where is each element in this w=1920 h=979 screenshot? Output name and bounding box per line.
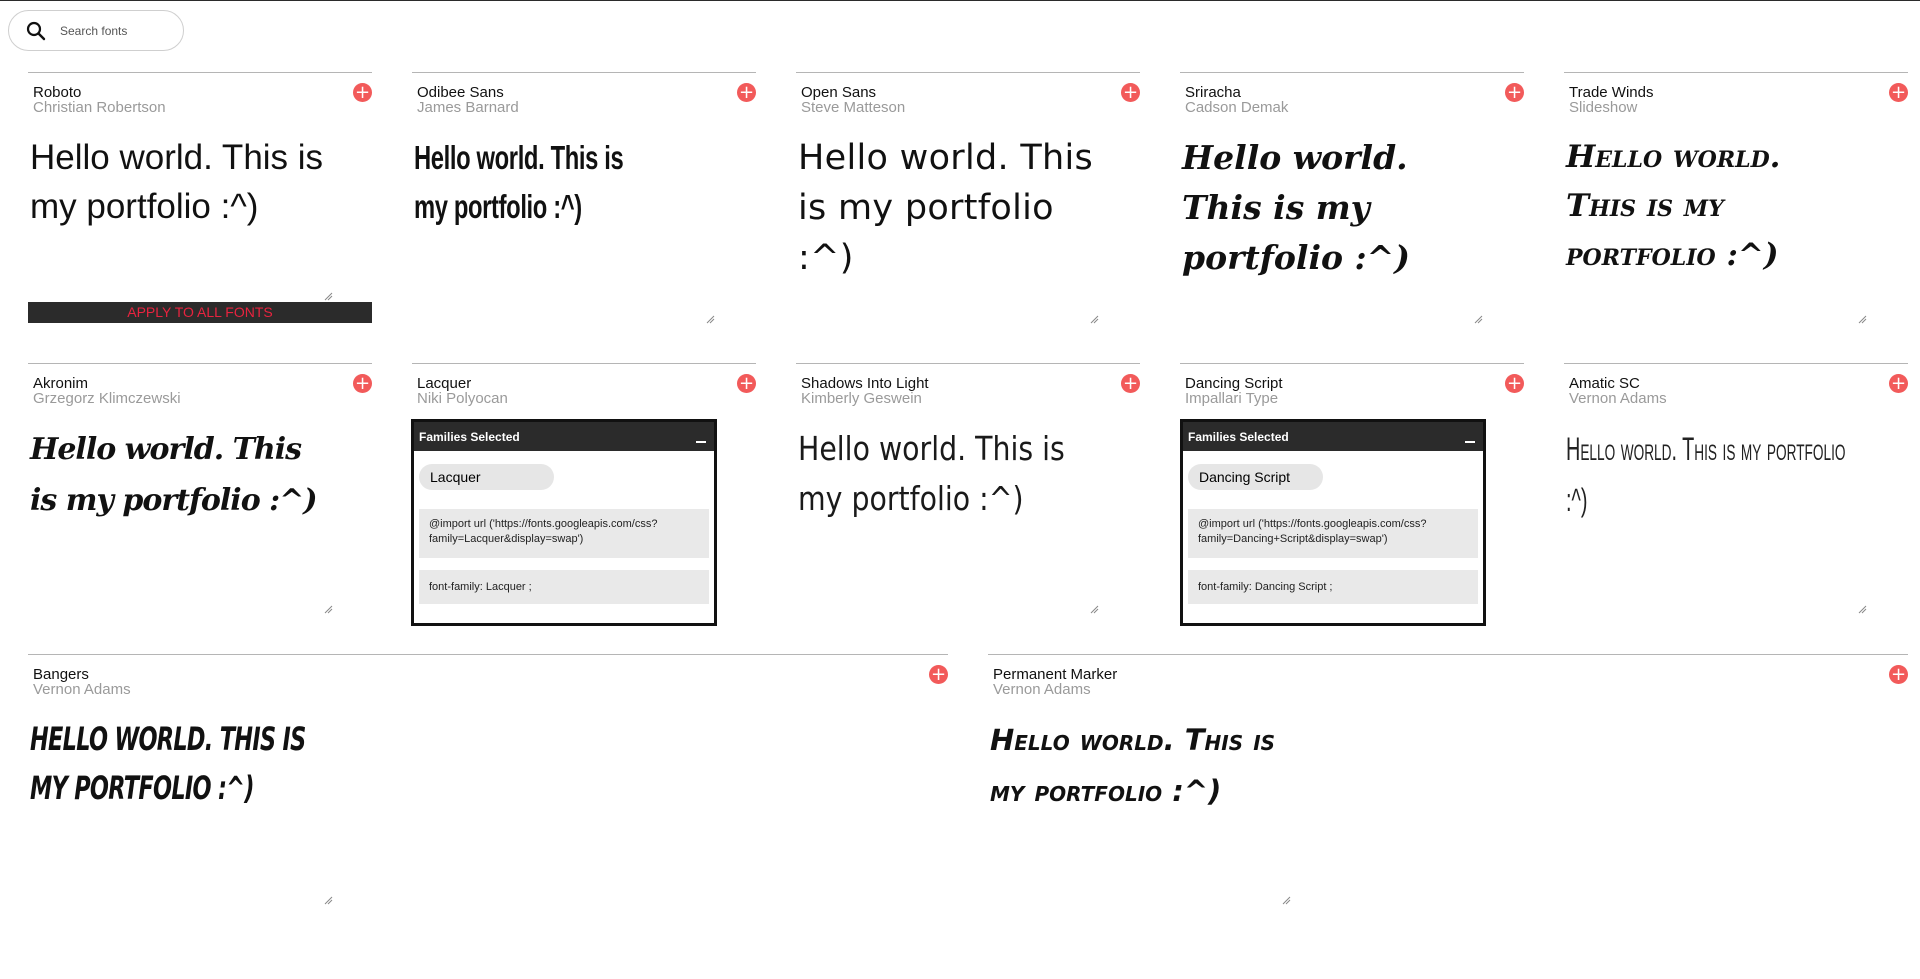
search-icon: [26, 21, 46, 40]
font-card-permanent-marker: Permanent Marker Vernon Adams + Hello wo…: [988, 654, 1908, 905]
families-selected-panel-lacquer: Families Selected Lacquer @import url ('…: [411, 419, 717, 626]
font-designer: Vernon Adams: [993, 681, 1091, 698]
add-font-button[interactable]: +: [353, 83, 372, 102]
font-card-shadows-into-light: Shadows Into Light Kimberly Geswein + He…: [796, 363, 1140, 614]
resize-handle[interactable]: [1857, 314, 1867, 324]
sample-text[interactable]: Hello world. This is my portfolio :^): [1182, 133, 1492, 283]
font-family-code[interactable]: font-family: Lacquer ;: [419, 570, 709, 604]
sample-text[interactable]: Hello world. This is my portfolio :^): [990, 715, 1290, 817]
font-card-roboto: Roboto Christian Robertson + Hello world…: [28, 72, 372, 313]
selected-family-chip[interactable]: Lacquer: [419, 464, 554, 490]
resize-handle[interactable]: [1281, 895, 1291, 905]
add-font-button[interactable]: +: [1889, 83, 1908, 102]
resize-handle[interactable]: [705, 314, 715, 324]
resize-handle[interactable]: [1473, 314, 1483, 324]
font-designer: James Barnard: [417, 99, 519, 116]
sample-text[interactable]: Hello world. This is my portfolio :^): [1566, 133, 1826, 280]
resize-handle[interactable]: [1857, 604, 1867, 614]
font-card-amatic-sc: Amatic SC Vernon Adams + Hello world. Th…: [1564, 363, 1908, 614]
minimize-icon[interactable]: [1465, 431, 1475, 443]
resize-handle[interactable]: [1089, 314, 1099, 324]
font-designer: Niki Polyocan: [417, 390, 508, 407]
font-family-code[interactable]: font-family: Dancing Script ;: [1188, 570, 1478, 604]
font-designer: Cadson Demak: [1185, 99, 1289, 116]
search-bar[interactable]: [8, 10, 184, 51]
add-font-button[interactable]: +: [1889, 665, 1908, 684]
search-input[interactable]: [58, 22, 172, 39]
import-code[interactable]: @import url ('https://fonts.googleapis.c…: [1188, 509, 1478, 558]
sample-text[interactable]: Hello world. This is my portfolio :^): [30, 133, 350, 231]
font-designer: Slideshow: [1569, 99, 1638, 116]
add-font-button[interactable]: +: [1121, 83, 1140, 102]
font-card-akronim: Akronim Grzegorz Klimczewski + Hello wor…: [28, 363, 372, 614]
add-font-button[interactable]: +: [737, 374, 756, 393]
sample-text[interactable]: Hello world. This is my portfolio :^): [30, 424, 320, 526]
add-font-button[interactable]: +: [1889, 374, 1908, 393]
font-card-odibee-sans: Odibee Sans James Barnard + Hello world.…: [412, 72, 756, 324]
families-selected-panel-dancing-script: Families Selected Dancing Script @import…: [1180, 419, 1486, 626]
panel-header: Families Selected: [414, 422, 714, 451]
font-card-sriracha: Sriracha Cadson Demak + Hello world. Thi…: [1180, 72, 1524, 324]
font-card-trade-winds: Trade Winds Slideshow + Hello world. Thi…: [1564, 72, 1908, 324]
font-designer: Kimberly Geswein: [801, 390, 922, 407]
import-code[interactable]: @import url ('https://fonts.googleapis.c…: [419, 509, 709, 558]
add-font-button[interactable]: +: [737, 83, 756, 102]
font-designer: Vernon Adams: [1569, 390, 1667, 407]
panel-header: Families Selected: [1183, 422, 1483, 451]
sample-text[interactable]: Hello world. This is my portfolio :^): [798, 133, 1098, 283]
panel-title: Families Selected: [1188, 429, 1289, 444]
sample-text[interactable]: Hello world. This is my portfolio :^): [798, 424, 1099, 524]
apply-to-all-fonts-button[interactable]: APPLY TO ALL FONTS: [28, 302, 372, 323]
font-designer: Vernon Adams: [33, 681, 131, 698]
resize-handle[interactable]: [323, 291, 333, 301]
resize-handle[interactable]: [323, 604, 333, 614]
sample-text[interactable]: Hello world. This is my portfolio :^): [1566, 424, 1857, 526]
sample-text[interactable]: Hello world. This is my portfolio :^): [30, 715, 324, 813]
add-font-button[interactable]: +: [1505, 83, 1524, 102]
font-designer: Grzegorz Klimczewski: [33, 390, 181, 407]
font-card-bangers: Bangers Vernon Adams + Hello world. This…: [28, 654, 948, 905]
panel-title: Families Selected: [419, 429, 520, 444]
minimize-icon[interactable]: [696, 431, 706, 443]
add-font-button[interactable]: +: [929, 665, 948, 684]
add-font-button[interactable]: +: [1121, 374, 1140, 393]
add-font-button[interactable]: +: [1505, 374, 1524, 393]
resize-handle[interactable]: [1089, 604, 1099, 614]
add-font-button[interactable]: +: [353, 374, 372, 393]
font-designer: Steve Matteson: [801, 99, 906, 116]
font-designer: Christian Robertson: [33, 99, 166, 116]
font-card-open-sans: Open Sans Steve Matteson + Hello world. …: [796, 72, 1140, 324]
selected-family-chip[interactable]: Dancing Script: [1188, 464, 1323, 490]
font-designer: Impallari Type: [1185, 390, 1279, 407]
resize-handle[interactable]: [323, 895, 333, 905]
sample-text[interactable]: Hello world. This is my portfolio :^): [414, 133, 659, 231]
